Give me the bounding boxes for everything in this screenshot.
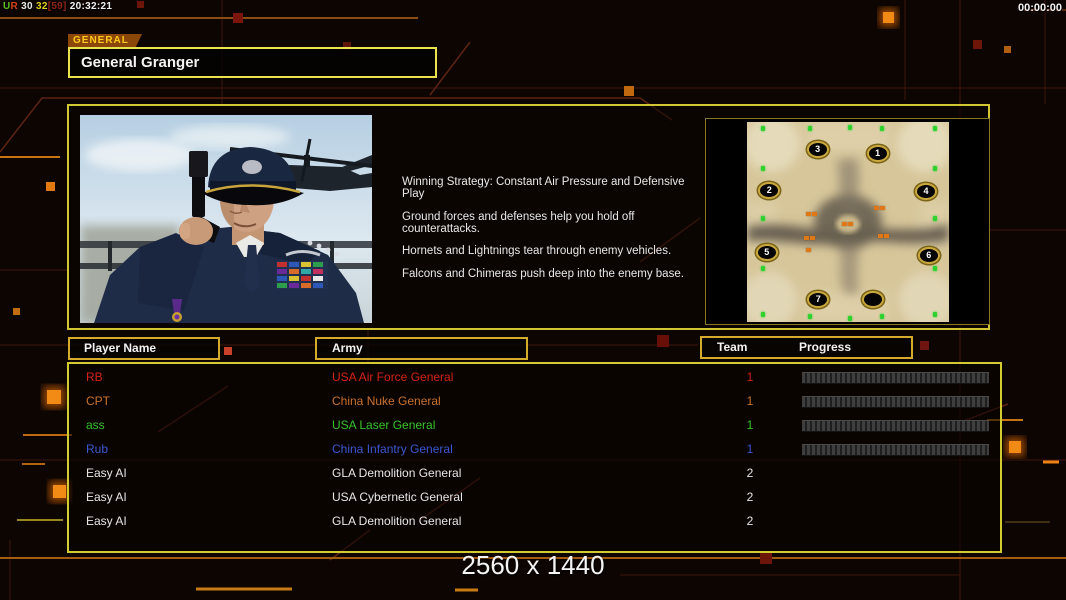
player-name: Easy AI <box>86 509 127 533</box>
player-army: China Infantry General <box>332 437 453 461</box>
supply-marker <box>880 206 885 210</box>
tree-dot <box>933 216 937 221</box>
general-info-panel: Winning Strategy: Constant Air Pressure … <box>67 104 990 330</box>
tree-dot <box>761 312 765 317</box>
debug-part: R <box>11 1 19 12</box>
mission-timer: 00:00:00 <box>1018 2 1062 14</box>
map-start-position: 6 <box>918 247 940 264</box>
load-progress-bar <box>802 396 989 408</box>
player-team: 1 <box>740 437 760 461</box>
supply-marker <box>878 234 883 238</box>
header-progress-label: Progress <box>799 338 851 357</box>
debug-stats: UR 30 32[59] 20:32:21 <box>3 1 112 12</box>
tree-dot <box>880 314 884 319</box>
player-army: GLA Demolition General <box>332 509 461 533</box>
supply-marker <box>804 236 809 240</box>
map-preview: 1 2 3 4 5 6 7 <box>747 122 949 322</box>
debug-part: 30 <box>18 1 36 12</box>
player-team: 1 <box>740 413 760 437</box>
player-team: 2 <box>740 509 760 533</box>
map-start-position: 5 <box>756 244 778 261</box>
supply-marker <box>842 222 847 226</box>
supply-marker <box>874 206 879 210</box>
supply-marker <box>812 212 817 216</box>
player-row: ass USA Laser General 1 <box>69 413 1000 437</box>
supply-marker <box>810 236 815 240</box>
tree-dot <box>933 312 937 317</box>
player-army: USA Laser General <box>332 413 435 437</box>
header-player-name: Player Name <box>68 337 220 360</box>
supply-marker <box>884 234 889 238</box>
tree-dot <box>933 166 937 171</box>
resolution-watermark: 2560 x 1440 <box>0 550 1066 581</box>
strategy-line: Ground forces and defenses help you hold… <box>402 211 702 235</box>
player-team: 2 <box>740 485 760 509</box>
supply-marker <box>806 212 811 216</box>
general-name-box: General Granger <box>68 47 437 78</box>
header-team-progress: Team Progress <box>700 336 913 359</box>
player-name: Easy AI <box>86 461 127 485</box>
header-team-label: Team <box>717 338 747 357</box>
player-army: GLA Demolition General <box>332 461 461 485</box>
map-start-position <box>862 291 884 308</box>
strategy-line: Hornets and Lightnings tear through enem… <box>402 245 702 257</box>
debug-part: 32 <box>36 1 48 12</box>
strategy-line: Falcons and Chimeras push deep into the … <box>402 268 702 280</box>
player-list: RB USA Air Force General 1 CPT China Nuke Ge… <box>67 362 1002 553</box>
player-team: 1 <box>740 365 760 389</box>
player-team: 1 <box>740 389 760 413</box>
debug-part: 20:32:21 <box>67 1 113 12</box>
player-army: China Nuke General <box>332 389 441 413</box>
strategy-line: Winning Strategy: Constant Air Pressure … <box>402 176 702 200</box>
tree-dot <box>848 125 852 130</box>
general-tab-label: GENERAL <box>68 34 142 48</box>
header-player-name-label: Player Name <box>84 339 156 358</box>
map-start-position: 2 <box>758 182 780 199</box>
player-row: CPT China Nuke General 1 <box>69 389 1000 413</box>
tree-dot <box>933 126 937 131</box>
load-progress-bar <box>802 372 989 384</box>
player-row: Easy AI USA Cybernetic General 2 <box>69 485 1000 509</box>
player-row: Easy AI GLA Demolition General 2 <box>69 461 1000 485</box>
tree-dot <box>933 266 937 271</box>
player-row: Rub China Infantry General 1 <box>69 437 1000 461</box>
debug-part: [59] <box>48 1 67 12</box>
map-start-position: 1 <box>867 145 889 162</box>
load-progress-bar <box>802 420 989 432</box>
player-army: USA Air Force General <box>332 365 453 389</box>
player-army: USA Cybernetic General <box>332 485 463 509</box>
tree-dot <box>761 216 765 221</box>
supply-marker <box>806 248 811 252</box>
player-name: Rub <box>86 437 108 461</box>
general-name: General Granger <box>70 49 435 76</box>
player-name: Easy AI <box>86 485 127 509</box>
map-start-position: 4 <box>915 183 937 200</box>
player-name: ass <box>86 413 105 437</box>
tree-dot <box>761 166 765 171</box>
map-preview-panel: 1 2 3 4 5 6 7 <box>705 118 990 325</box>
service-ribbons <box>276 261 328 289</box>
tree-dot <box>808 314 812 319</box>
player-name: RB <box>86 365 103 389</box>
strategy-text: Winning Strategy: Constant Air Pressure … <box>402 176 702 290</box>
tree-dot <box>761 126 765 131</box>
tree-dot <box>848 316 852 321</box>
general-portrait <box>80 115 372 323</box>
tree-dot <box>880 126 884 131</box>
header-army: Army <box>315 337 528 360</box>
player-name: CPT <box>86 389 110 413</box>
map-start-position: 3 <box>807 141 829 158</box>
player-team: 2 <box>740 461 760 485</box>
debug-part: U <box>3 1 11 12</box>
map-start-position: 7 <box>807 291 829 308</box>
player-row: RB USA Air Force General 1 <box>69 365 1000 389</box>
header-army-label: Army <box>332 339 363 358</box>
player-row: Easy AI GLA Demolition General 2 <box>69 509 1000 533</box>
tree-dot <box>808 126 812 131</box>
load-progress-bar <box>802 444 989 456</box>
supply-marker <box>848 222 853 226</box>
tree-dot <box>761 266 765 271</box>
loading-screen: UR 30 32[59] 20:32:21 00:00:00 GENERAL G… <box>0 0 1066 600</box>
